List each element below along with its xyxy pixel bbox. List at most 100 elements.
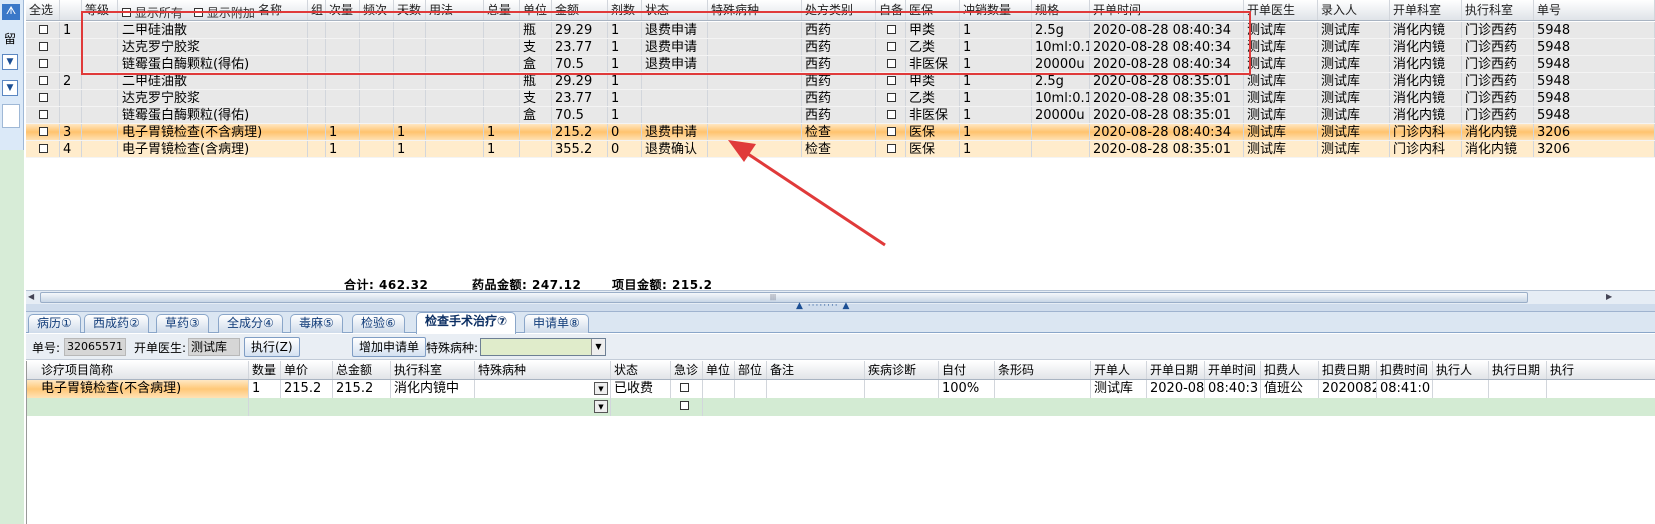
group-cell[interactable] — [308, 73, 326, 89]
lower-col-header[interactable]: 执行科室 — [391, 361, 475, 379]
amount-cell[interactable]: 23.77 — [552, 39, 608, 55]
name-cell[interactable]: 达克罗宁胶浆 — [118, 39, 308, 55]
show-all-option[interactable]: 显示所有 — [122, 3, 183, 20]
col-doctor[interactable]: 开单医生 — [1244, 0, 1318, 20]
panel-splitter[interactable]: ▲ ········ ▲ — [26, 301, 1655, 312]
order-cell[interactable]: 5948 — [1534, 39, 1655, 55]
lower-col-header[interactable]: 执行人 — [1433, 361, 1489, 379]
tab-western-medicine[interactable]: 西成药② — [84, 314, 149, 333]
lower-col-header[interactable]: 扣费人 — [1261, 361, 1319, 379]
lower-col-header[interactable]: 部位 — [735, 361, 767, 379]
time-cell[interactable]: 2020-08-28 08:40:34 — [1090, 124, 1244, 140]
total-cell[interactable] — [484, 90, 520, 106]
lower-col-header[interactable]: 扣费日期 — [1319, 361, 1377, 379]
status-cell[interactable] — [642, 107, 708, 123]
col-insurance[interactable]: 医保 — [906, 0, 960, 20]
days-cell[interactable] — [394, 73, 426, 89]
checkbox-icon[interactable] — [39, 76, 48, 85]
dose-cell[interactable] — [326, 22, 360, 38]
unit-cell[interactable]: 盒 — [520, 107, 552, 123]
unit-cell[interactable]: 支 — [520, 39, 552, 55]
doc-cell[interactable]: 测试库 — [1244, 107, 1318, 123]
checkbox-icon[interactable] — [122, 8, 131, 17]
no-cell[interactable]: 1 — [60, 22, 82, 38]
total-cell[interactable] — [484, 22, 520, 38]
spec-cell[interactable]: 20000u — [1032, 107, 1090, 123]
scroll-left-icon[interactable]: ◀ — [28, 292, 38, 303]
checkbox-icon[interactable] — [887, 42, 896, 51]
dept-cell[interactable]: 门诊内科 — [1390, 124, 1462, 140]
checkbox-icon[interactable] — [39, 110, 48, 119]
lower-col-header[interactable]: 条形码 — [995, 361, 1091, 379]
usage-cell[interactable] — [426, 73, 484, 89]
group-cell[interactable] — [308, 39, 326, 55]
group-cell[interactable] — [308, 56, 326, 72]
lvl-cell[interactable] — [82, 22, 118, 38]
total-cell[interactable] — [484, 39, 520, 55]
status-cell[interactable]: 退费申请 — [642, 124, 708, 140]
dept-cell[interactable]: 消化内镜 — [1390, 56, 1462, 72]
table-row[interactable]: 2 二甲硅油散瓶 29.29 1 西药 甲类 1 2.5g 2020-08-28 08:35:0… — [26, 73, 1655, 90]
dept-cell[interactable]: 消化内镜 — [1390, 22, 1462, 38]
exec-cell[interactable]: 门诊西药 — [1462, 22, 1534, 38]
days-cell[interactable] — [394, 56, 426, 72]
lower-col-header[interactable]: 急诊 — [671, 361, 703, 379]
entry-cell[interactable]: 测试库 — [1318, 124, 1390, 140]
days-cell[interactable] — [394, 22, 426, 38]
checkbox-icon[interactable] — [39, 59, 48, 68]
usage-cell[interactable] — [426, 39, 484, 55]
time-cell[interactable]: 2020-08-28 08:35:01 — [1090, 73, 1244, 89]
tab-full-ingredient[interactable]: 全成分④ — [218, 314, 283, 333]
qty-cell[interactable]: 1 — [960, 56, 1032, 72]
order-cell[interactable]: 5948 — [1534, 56, 1655, 72]
emergency-cell[interactable] — [671, 380, 703, 398]
amount-cell[interactable]: 29.29 — [552, 22, 608, 38]
no-cell[interactable] — [60, 90, 82, 106]
order-cell[interactable]: 5948 — [1534, 22, 1655, 38]
col-dept[interactable]: 开单科室 — [1390, 0, 1462, 20]
freq-cell[interactable] — [360, 141, 394, 157]
exec-dept-cell[interactable]: 消化内镜中 — [391, 380, 475, 398]
spec-cell[interactable] — [1032, 124, 1090, 140]
doses-cell[interactable]: 1 — [608, 22, 642, 38]
checkbox-icon[interactable] — [680, 383, 689, 392]
add-request-button[interactable]: 增加申请单 — [352, 337, 427, 357]
col-exec-dept[interactable]: 执行科室 — [1462, 0, 1534, 20]
self-provided-cell[interactable] — [876, 22, 906, 38]
item-name-cell[interactable] — [27, 398, 249, 416]
special-cell[interactable] — [708, 90, 802, 106]
row-select-cell[interactable] — [26, 22, 60, 38]
checkbox-icon[interactable] — [39, 25, 48, 34]
lower-col-header[interactable]: 开单日期 — [1147, 361, 1205, 379]
freq-cell[interactable] — [360, 107, 394, 123]
lvl-cell[interactable] — [82, 141, 118, 157]
doctor-field[interactable]: 测试库 — [188, 338, 240, 356]
special-disease-select[interactable]: ▼ — [480, 338, 606, 356]
pin-icon[interactable]: ᗑ — [2, 4, 20, 20]
total-cell[interactable] — [484, 56, 520, 72]
qty-cell[interactable]: 1 — [960, 107, 1032, 123]
side-dropdown-1[interactable]: ▼ — [2, 54, 18, 70]
order-cell[interactable]: 3206 — [1534, 141, 1655, 157]
time-cell[interactable]: 2020-08-28 08:35:01 — [1090, 90, 1244, 106]
qty-cell[interactable]: 1 — [960, 73, 1032, 89]
unit-cell[interactable]: 瓶 — [520, 73, 552, 89]
lower-col-header[interactable]: 执行 — [1547, 361, 1655, 379]
order-cell[interactable]: 3206 — [1534, 124, 1655, 140]
row-select-cell[interactable] — [26, 39, 60, 55]
freq-cell[interactable] — [360, 124, 394, 140]
order-cell[interactable]: 5948 — [1534, 73, 1655, 89]
days-cell[interactable] — [394, 39, 426, 55]
order-cell[interactable]: 5948 — [1534, 107, 1655, 123]
lower-col-header[interactable]: 特殊病种 — [475, 361, 611, 379]
group-cell[interactable] — [308, 22, 326, 38]
checkbox-icon[interactable] — [887, 25, 896, 34]
doses-cell[interactable]: 0 — [608, 124, 642, 140]
dose-cell[interactable] — [326, 56, 360, 72]
doc-cell[interactable]: 测试库 — [1244, 22, 1318, 38]
row-select-cell[interactable] — [26, 73, 60, 89]
freq-cell[interactable] — [360, 22, 394, 38]
dose-cell[interactable] — [326, 90, 360, 106]
col-amount[interactable]: 金额 — [552, 0, 608, 20]
spec-cell[interactable]: 10ml:0.1 — [1032, 39, 1090, 55]
